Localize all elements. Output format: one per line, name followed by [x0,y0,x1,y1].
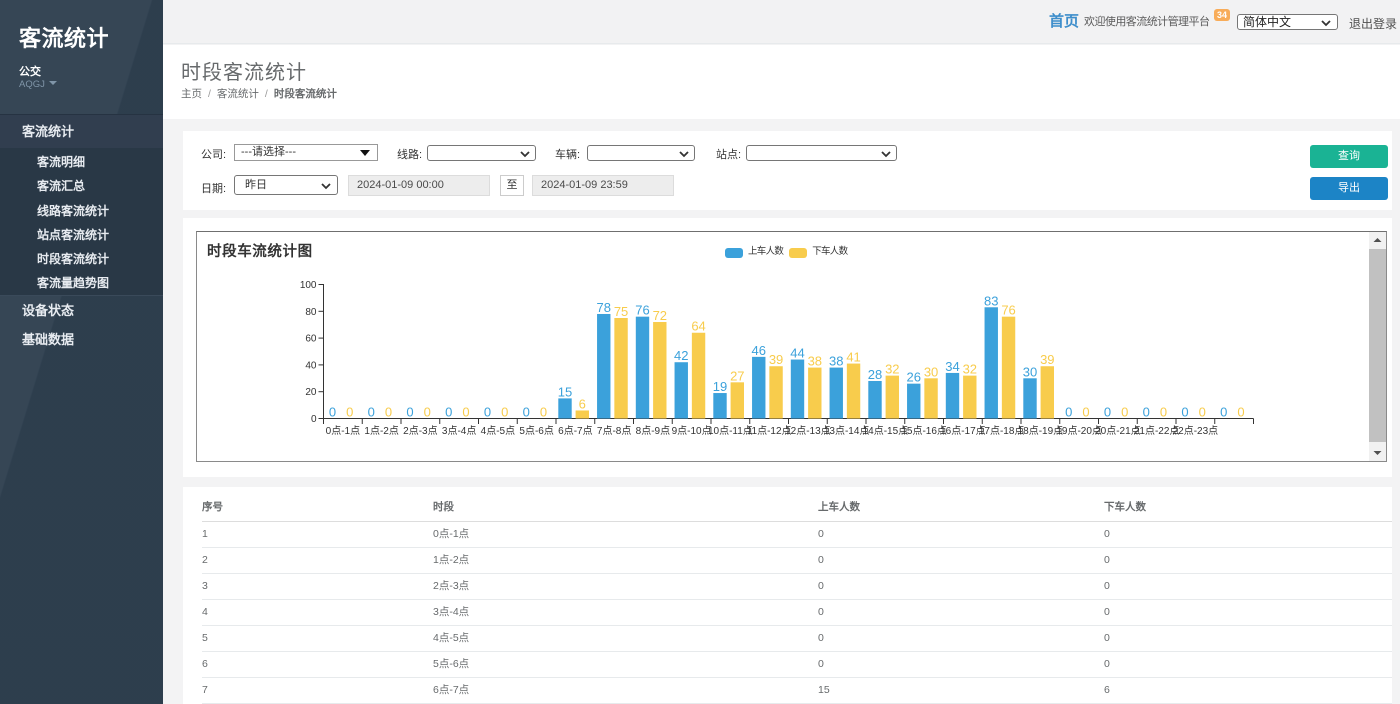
svg-text:6点-7点: 6点-7点 [558,425,592,437]
svg-text:75: 75 [614,304,628,319]
svg-text:76: 76 [635,303,649,318]
svg-text:0: 0 [1121,405,1128,420]
svg-text:34: 34 [945,359,959,374]
svg-text:0: 0 [368,405,375,420]
svg-text:100: 100 [300,280,317,291]
svg-text:0点-1点: 0点-1点 [326,425,360,437]
svg-text:6: 6 [579,396,586,411]
svg-text:2点-3点: 2点-3点 [403,425,437,437]
svg-text:0: 0 [329,405,336,420]
svg-text:42: 42 [674,348,688,363]
svg-text:4点-5点: 4点-5点 [481,425,515,437]
svg-text:32: 32 [885,362,899,377]
svg-text:0: 0 [406,405,413,420]
svg-text:30: 30 [1023,364,1037,379]
svg-text:0: 0 [501,405,508,420]
svg-text:41: 41 [846,350,860,365]
svg-text:0: 0 [1237,405,1244,420]
svg-text:0: 0 [540,405,547,420]
svg-text:32: 32 [963,362,977,377]
svg-text:0: 0 [1065,405,1072,420]
svg-text:39: 39 [769,352,783,367]
svg-text:83: 83 [984,293,998,308]
svg-text:64: 64 [691,319,705,334]
svg-text:0: 0 [1143,405,1150,420]
svg-text:20: 20 [305,387,317,398]
svg-text:15: 15 [558,384,572,399]
svg-text:80: 80 [305,307,317,318]
svg-text:76: 76 [1001,303,1015,318]
svg-text:19: 19 [713,379,727,394]
svg-text:0: 0 [1181,405,1188,420]
svg-text:0: 0 [484,405,491,420]
svg-text:0: 0 [311,414,317,425]
svg-text:3点-4点: 3点-4点 [442,425,476,437]
svg-text:0: 0 [462,405,469,420]
svg-text:0: 0 [346,405,353,420]
svg-text:44: 44 [790,346,804,361]
svg-text:30: 30 [924,364,938,379]
svg-text:8点-9点: 8点-9点 [636,425,670,437]
svg-text:22点-23点: 22点-23点 [1173,425,1219,437]
svg-text:7点-8点: 7点-8点 [597,425,631,437]
svg-text:60: 60 [305,334,317,345]
svg-text:9点-10点: 9点-10点 [672,425,712,437]
svg-text:27: 27 [730,368,744,383]
svg-text:0: 0 [1160,405,1167,420]
svg-text:0: 0 [1104,405,1111,420]
svg-text:0: 0 [424,405,431,420]
svg-text:0: 0 [523,405,530,420]
svg-text:5点-6点: 5点-6点 [519,425,553,437]
svg-text:78: 78 [597,300,611,315]
svg-text:39: 39 [1040,352,1054,367]
svg-text:1点-2点: 1点-2点 [364,425,398,437]
svg-text:26: 26 [907,370,921,385]
svg-text:0: 0 [385,405,392,420]
svg-text:0: 0 [445,405,452,420]
svg-text:0: 0 [1082,405,1089,420]
svg-text:38: 38 [808,354,822,369]
svg-text:72: 72 [653,308,667,323]
svg-text:38: 38 [829,354,843,369]
svg-text:0: 0 [1199,405,1206,420]
svg-text:0: 0 [1220,405,1227,420]
svg-text:28: 28 [868,367,882,382]
svg-text:40: 40 [305,360,317,371]
svg-text:46: 46 [752,343,766,358]
